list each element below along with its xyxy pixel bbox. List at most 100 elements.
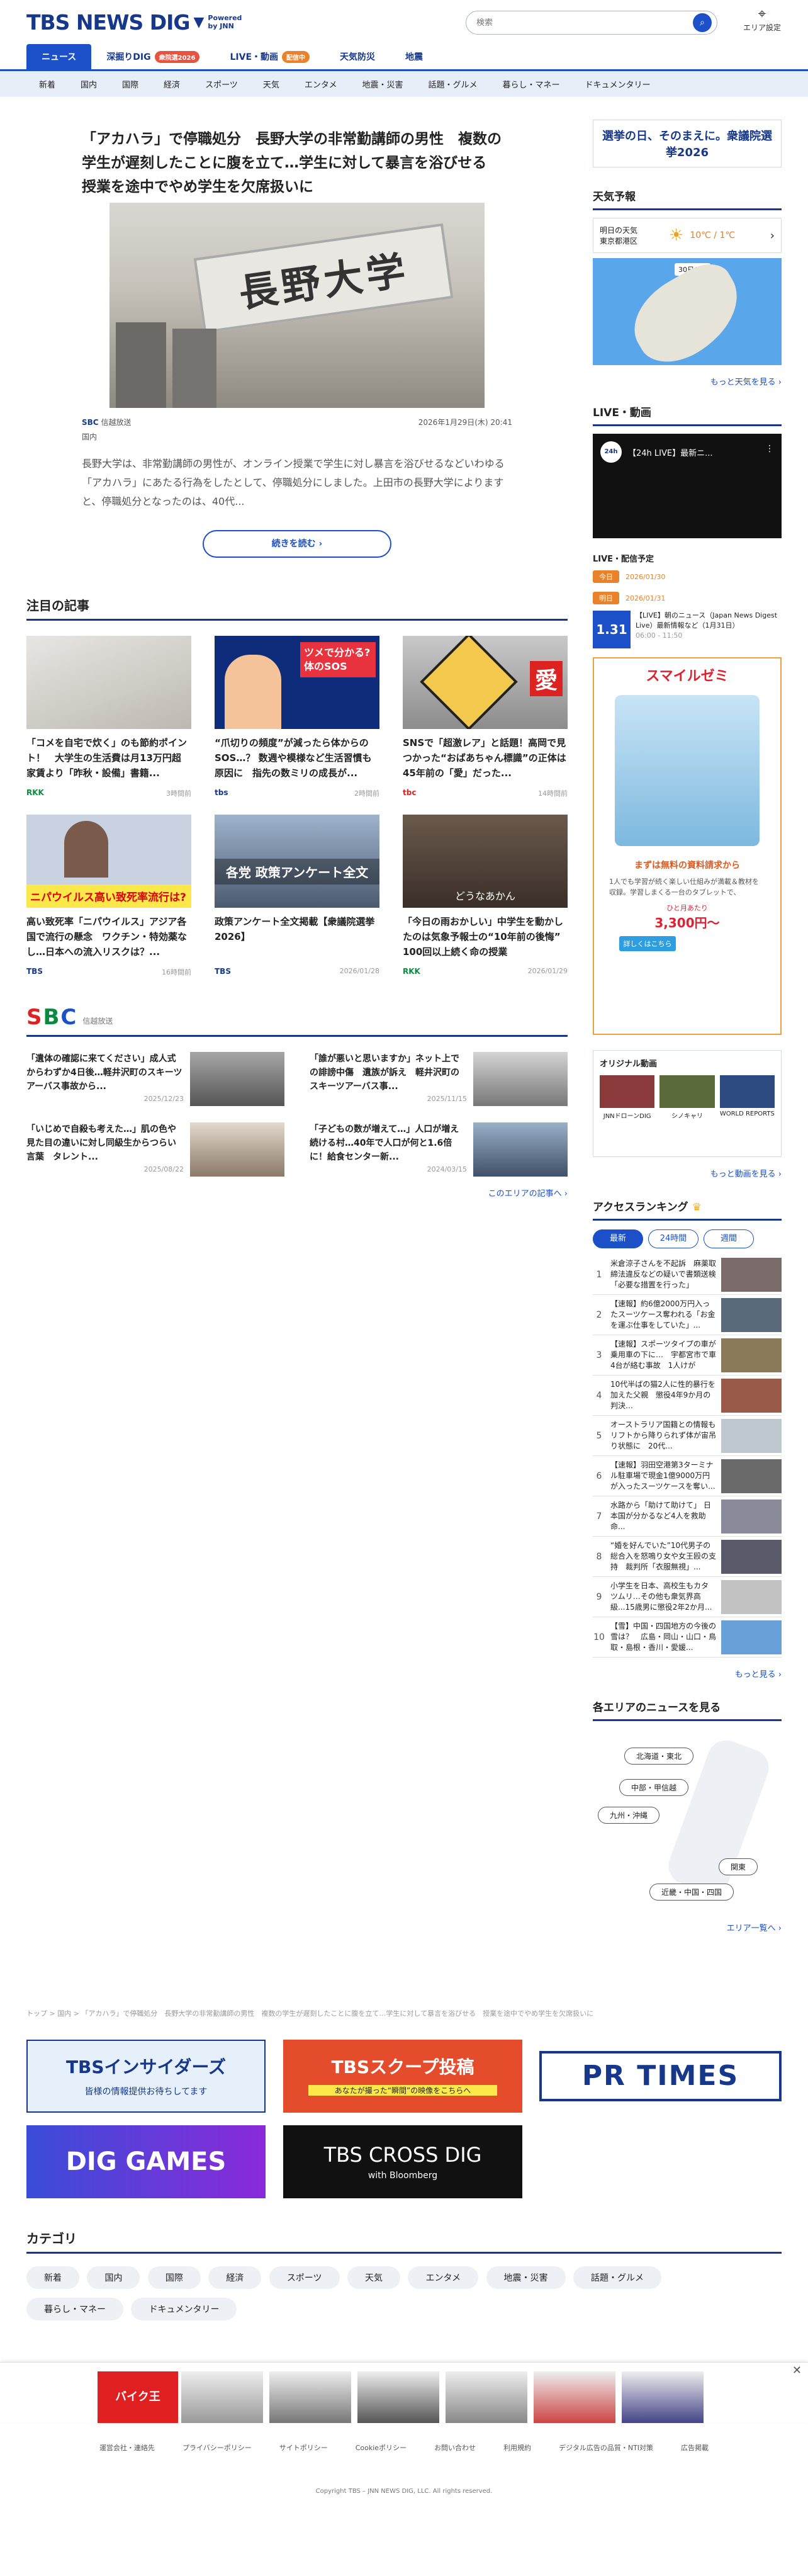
promo-scoop[interactable]: TBSスクープ投稿 あなたが撮った“瞬間”の映像をこちらへ <box>283 2040 522 2113</box>
category-link[interactable]: 新着 <box>26 78 68 90</box>
sbc-article[interactable]: 「いじめで自殺も考えた…」肌の色や見た目の違いに対し同級生からつらい言葉 タレン… <box>26 1122 284 1177</box>
category-link[interactable]: 天気 <box>250 78 292 90</box>
area-button-kanto[interactable]: 関東 <box>719 1858 758 1875</box>
sbc-article[interactable]: 「子どもの数が増えて…」人口が増え続ける村…40年で人口が何と1.6倍に！給食セ… <box>310 1122 568 1177</box>
search-input[interactable] <box>476 18 693 28</box>
article-card[interactable]: どうなあかん 「今日の雨おかしい」中学生を動かしたのは気象予報士の“10年前の後… <box>403 815 568 977</box>
article-card[interactable]: 愛 SNSで「超激レア」と話題！高岡で見つかった“おばあちゃん標識”の正体は45… <box>403 636 568 798</box>
read-more-button[interactable]: 続きを読む › <box>203 530 391 558</box>
category-button[interactable]: 国際 <box>147 2266 201 2289</box>
live-video-player[interactable]: 24h 【24h LIVE】最新ニ... ⋮ <box>593 434 782 538</box>
smile-zemi-ad[interactable]: スマイルゼミ まずは無料の資料請求から 1人でも学習が続く楽しい仕組みが満載＆教… <box>593 657 782 1035</box>
area-button-hokkaido[interactable]: 北海道・東北 <box>624 1748 694 1765</box>
original-video-item[interactable]: JNNドローンDIG <box>600 1075 655 1120</box>
ranking-more-link[interactable]: もっと見る › <box>593 1668 782 1680</box>
category-link[interactable]: ドキュメンタリー <box>573 78 663 90</box>
sbc-article[interactable]: 「誰が悪いと思いますか」ネット上での誹謗中傷 遺族が訴え 軽井沢町のスキーツアー… <box>310 1052 568 1106</box>
tab-live[interactable]: LIVE・動画 配信中 <box>215 44 325 69</box>
rank-number: 8 <box>596 1551 602 1562</box>
election-banner[interactable]: 選挙の日、そのまえに。衆議院選挙2026 <box>593 120 782 167</box>
footer-link[interactable]: サイトポリシー <box>279 2443 328 2453</box>
search-button[interactable]: ⌕ <box>693 13 712 32</box>
category-link[interactable]: 国内 <box>68 78 109 90</box>
category-button[interactable]: 天気 <box>347 2266 400 2289</box>
tab-news[interactable]: ニュース <box>26 44 92 69</box>
category-button[interactable]: 暮らし・マネー <box>26 2298 123 2320</box>
category-link[interactable]: エンタメ <box>292 78 350 90</box>
category-button[interactable]: 国内 <box>87 2266 140 2289</box>
footer-link[interactable]: デジタル広告の品質・NTI対策 <box>559 2443 653 2453</box>
breadcrumb[interactable]: トップ > 国内 > 「アカハラ」で停職処分 長野大学の非常勤講師の男性 複数の… <box>26 2008 782 2018</box>
promo-insiders[interactable]: TBSインサイダーズ 皆様の情報提供お待ちしてます <box>26 2040 266 2113</box>
footer-link[interactable]: Cookieポリシー <box>356 2443 407 2453</box>
weather-widget[interactable]: 明日の天気 東京都港区 ☀ 10℃ / 1℃ › <box>593 218 782 253</box>
ranking-tab-latest[interactable]: 最新 <box>593 1229 643 1248</box>
category-button[interactable]: 経済 <box>208 2266 262 2289</box>
video-more-link[interactable]: もっと動画を見る › <box>593 1167 782 1179</box>
category-link[interactable]: スポーツ <box>193 78 250 90</box>
sbc-more-link[interactable]: このエリアの記事へ › <box>26 1187 568 1199</box>
tab-dig[interactable]: 深掘りDIG 衆院選2026 <box>91 44 215 69</box>
footer-link[interactable]: 利用規約 <box>503 2443 531 2453</box>
sbc-article[interactable]: 「遺体の確認に来てください」成人式からわずか4日後…軽井沢町のスキーツアーバス事… <box>26 1052 284 1106</box>
area-button-kinki[interactable]: 近畿・中国・四国 <box>649 1884 734 1901</box>
tab-weather[interactable]: 天気防災 <box>325 44 390 69</box>
article-category[interactable]: 国内 <box>82 431 131 442</box>
close-icon[interactable]: ✕ <box>792 2364 802 2377</box>
area-more-link[interactable]: エリア一覧へ › <box>593 1921 782 1933</box>
category-link[interactable]: 話題・グルメ <box>415 78 490 90</box>
area-setting[interactable]: ⌖ エリア設定 <box>740 6 784 33</box>
article-card[interactable]: 「コメを自宅で炊く」のも節約ポイント！ 大学生の生活費は月13万円超 家賃より「… <box>26 636 191 798</box>
search-box[interactable]: ⌕ <box>466 11 717 35</box>
ranking-item[interactable]: 1 米倉涼子さんを不起訴 麻薬取締法違反などの疑いで書類送検「必要な措置を行った」 <box>593 1255 782 1295</box>
article-card[interactable]: ニパウイルス高い致死率流行は? 高い致死率「ニパウイルス」アジア各国で流行の懸念… <box>26 815 191 977</box>
copyright: Copyright TBS – JNN NEWS DIG, LLC. All r… <box>315 2488 493 2495</box>
article-card[interactable]: 各党 政策アンケート全文 政策アンケート全文掲載【衆議院選挙2026】 TBS 2… <box>215 815 379 977</box>
more-vert-icon[interactable]: ⋮ <box>765 444 774 454</box>
category-button[interactable]: 地震・災害 <box>486 2266 566 2289</box>
category-button[interactable]: ドキュメンタリー <box>131 2298 237 2320</box>
article-card[interactable]: ツメで分かる?体のSOS “爪切りの頻度”が減ったら体からのSOS…？ 数週や模… <box>215 636 379 798</box>
original-video-item[interactable]: WORLD REPORTS <box>719 1075 775 1120</box>
ranking-tab-24h[interactable]: 24時間 <box>648 1229 699 1248</box>
area-button-kyushu[interactable]: 九州・沖縄 <box>598 1807 660 1824</box>
bottom-ad-banner[interactable]: ✕ バイク王 <box>0 2362 808 2423</box>
promo-prtimes[interactable]: PR TIMES <box>539 2051 782 2101</box>
ranking-tab-weekly[interactable]: 週間 <box>704 1229 754 1248</box>
ranking-item[interactable]: 4 10代半ばの猫2人に性的暴行を加えた父親 懲役4年9か月の判決… <box>593 1376 782 1416</box>
original-video-item[interactable]: シノキャリ <box>659 1075 715 1120</box>
schedule-item[interactable]: 1.31 【LIVE】朝のニュース（Japan News Digest Live… <box>593 611 782 648</box>
area-button-chubu[interactable]: 中部・甲信越 <box>619 1779 689 1796</box>
footer-link[interactable]: 運営会社・連絡先 <box>99 2443 155 2453</box>
tomorrow-badge[interactable]: 明日 <box>593 592 619 604</box>
ranking-item[interactable]: 5 オーストラリア国籍との情報もリフトから降りられず体が宙吊り状態に 20代... <box>593 1416 782 1456</box>
tab-earthquake[interactable]: 地震 <box>390 44 438 69</box>
category-link[interactable]: 経済 <box>151 78 193 90</box>
category-link[interactable]: 地震・災害 <box>349 78 415 90</box>
ranking-item[interactable]: 2 【速報】約6億2000万円入ったスーツケース奪われる「お金を運ぶ仕事をしていた… <box>593 1295 782 1335</box>
category-button[interactable]: スポーツ <box>269 2266 340 2289</box>
footer-link[interactable]: 広告掲載 <box>681 2443 709 2453</box>
ranking-item[interactable]: 7 水路から「助けて助けて」 日本国が分かるなど4人を救助 命... <box>593 1496 782 1537</box>
article-image[interactable]: 長野大学 <box>109 203 485 408</box>
footer-link[interactable]: お問い合わせ <box>434 2443 476 2453</box>
promo-dig-games[interactable]: DIG GAMES <box>26 2125 266 2198</box>
ad-button[interactable]: 詳しくはこちら <box>619 936 676 951</box>
category-link[interactable]: 暮らし・マネー <box>490 78 572 90</box>
category-button[interactable]: 新着 <box>26 2266 79 2289</box>
site-logo[interactable]: TBS NEWS DIG <box>26 10 190 35</box>
ranking-item[interactable]: 10 【雪】中国・四国地方の今後の雪は？ 広島・岡山・山口・鳥取・島根・香川・愛媛… <box>593 1617 782 1658</box>
ranking-item[interactable]: 9 小学生を日本、高校生もカタツムリ…その他も衆気界高級...15歳男に懲役2年2… <box>593 1577 782 1617</box>
promo-cross-dig[interactable]: TBS CROSS DIG with Bloomberg <box>283 2125 522 2198</box>
category-link[interactable]: 国際 <box>109 78 151 90</box>
ranking-item[interactable]: 8 “婚を好んでいた”10代男子の総合入を怒鳴り女や女王殴の支持 裁判所「衣服無視… <box>593 1537 782 1577</box>
category-button[interactable]: 話題・グルメ <box>573 2266 661 2289</box>
ranking-item[interactable]: 3 【速報】スポーツタイプの車が乗用車の下に… 宇都宮市で車4台が絡む事故 1人け… <box>593 1335 782 1376</box>
weather-more-link[interactable]: もっと天気を見る › <box>593 375 782 387</box>
weather-map[interactable]: 30日(金) <box>593 254 782 376</box>
category-button[interactable]: エンタメ <box>408 2266 479 2289</box>
ranking-item[interactable]: 6 【速報】羽田空港第3ターミナル駐車場で現金1億9000万円が入ったスーツケース… <box>593 1456 782 1496</box>
article-title[interactable]: 「アカハラ」で停職処分 長野大学の非常勤講師の男性 複数の学生が遅刻したことに腹… <box>82 127 512 199</box>
today-badge[interactable]: 今日 <box>593 570 619 583</box>
footer-link[interactable]: プライバシーポリシー <box>182 2443 252 2453</box>
